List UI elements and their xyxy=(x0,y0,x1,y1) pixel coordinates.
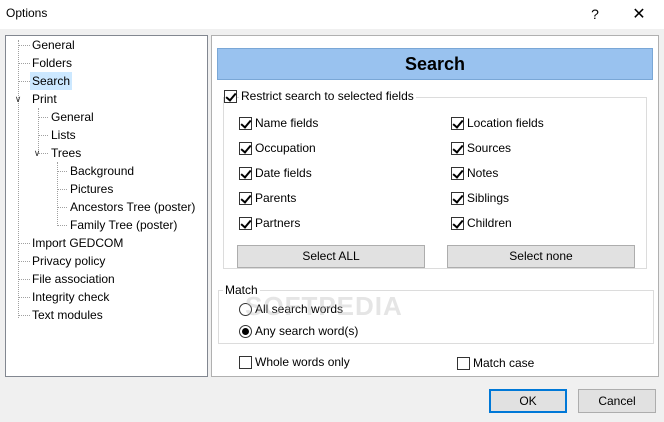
match-case-label[interactable]: Match case xyxy=(473,356,534,370)
children-label[interactable]: Children xyxy=(467,216,512,230)
date-fields-checkbox[interactable] xyxy=(239,167,252,180)
tree-item-privacy-policy[interactable]: Privacy policy xyxy=(30,252,107,270)
page-title: Search xyxy=(217,48,653,80)
siblings-label[interactable]: Siblings xyxy=(467,191,509,205)
location-fields-checkbox[interactable] xyxy=(451,117,464,130)
match-case-checkbox[interactable] xyxy=(457,357,470,370)
name-fields-checkbox[interactable] xyxy=(239,117,252,130)
tree-item-file-association[interactable]: File association xyxy=(30,270,117,288)
whole-words-checkbox[interactable] xyxy=(239,356,252,369)
tree-item-search[interactable]: Search xyxy=(30,72,73,90)
tree-item-lists[interactable]: Lists xyxy=(49,126,78,144)
tree-item-print[interactable]: Print xyxy=(30,90,59,108)
tree-item-ancestors-tree[interactable]: Ancestors Tree (poster) xyxy=(68,198,197,216)
chevron-down-icon[interactable]: ∨ xyxy=(13,94,23,104)
tree-item-integrity-check[interactable]: Integrity check xyxy=(30,288,111,306)
tree-item-general[interactable]: General xyxy=(30,36,77,54)
notes-label[interactable]: Notes xyxy=(467,166,498,180)
date-fields-label[interactable]: Date fields xyxy=(255,166,312,180)
tree-item-pictures[interactable]: Pictures xyxy=(68,180,115,198)
close-button[interactable]: ✕ xyxy=(616,0,662,29)
tree-item-trees[interactable]: Trees xyxy=(49,144,83,162)
tree-item-family-tree[interactable]: Family Tree (poster) xyxy=(68,216,179,234)
tree-item-print-general[interactable]: General xyxy=(49,108,96,126)
window-title: Options xyxy=(6,6,48,20)
chevron-down-icon[interactable]: ∨ xyxy=(32,148,42,158)
ok-button[interactable]: OK xyxy=(489,389,567,413)
all-search-words-radio[interactable] xyxy=(239,303,252,316)
title-bar: Options ? ✕ xyxy=(0,0,664,29)
tree-item-background[interactable]: Background xyxy=(68,162,136,180)
select-none-button[interactable]: Select none xyxy=(447,245,635,268)
partners-checkbox[interactable] xyxy=(239,217,252,230)
help-button[interactable]: ? xyxy=(572,0,618,29)
partners-label[interactable]: Partners xyxy=(255,216,300,230)
tree-item-folders[interactable]: Folders xyxy=(30,54,74,72)
match-legend: Match xyxy=(223,283,260,297)
notes-checkbox[interactable] xyxy=(451,167,464,180)
occupation-label[interactable]: Occupation xyxy=(255,141,316,155)
name-fields-label[interactable]: Name fields xyxy=(255,116,318,130)
sources-label[interactable]: Sources xyxy=(467,141,511,155)
restrict-fields-checkbox[interactable] xyxy=(224,90,237,103)
location-fields-label[interactable]: Location fields xyxy=(467,116,544,130)
select-all-button[interactable]: Select ALL xyxy=(237,245,425,268)
all-search-words-label[interactable]: All search words xyxy=(255,302,343,316)
restrict-fields-label[interactable]: Restrict search to selected fields xyxy=(239,89,416,103)
sources-checkbox[interactable] xyxy=(451,142,464,155)
tree-item-import-gedcom[interactable]: Import GEDCOM xyxy=(30,234,125,252)
any-search-words-radio[interactable] xyxy=(239,325,252,338)
occupation-checkbox[interactable] xyxy=(239,142,252,155)
parents-checkbox[interactable] xyxy=(239,192,252,205)
tree-item-text-modules[interactable]: Text modules xyxy=(30,306,105,324)
options-tree[interactable]: ∨ ∨ General Folders Search Print General… xyxy=(5,35,208,377)
whole-words-label[interactable]: Whole words only xyxy=(255,355,350,369)
any-search-words-label[interactable]: Any search word(s) xyxy=(255,324,358,338)
children-checkbox[interactable] xyxy=(451,217,464,230)
cancel-button[interactable]: Cancel xyxy=(578,389,656,413)
siblings-checkbox[interactable] xyxy=(451,192,464,205)
parents-label[interactable]: Parents xyxy=(255,191,296,205)
